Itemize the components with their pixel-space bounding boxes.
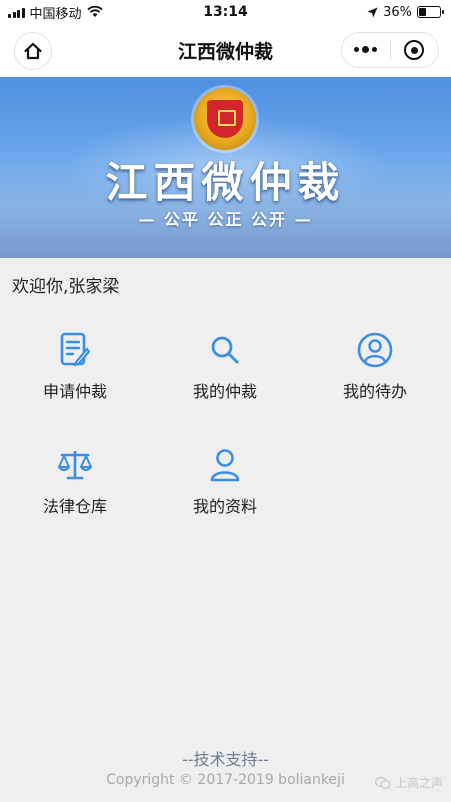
menu-my-profile[interactable]: 我的资料 [150, 445, 300, 535]
wechat-icon [374, 776, 391, 789]
menu-label: 法律仓库 [42, 497, 107, 516]
page-title: 江西微仲裁 [177, 40, 273, 63]
close-button[interactable] [391, 40, 439, 60]
status-bar: 中国移动 13:14 36% [0, 0, 451, 24]
banner: 江西微仲裁 — 公平 公正 公开 — [0, 77, 451, 258]
user-circle-icon [355, 330, 395, 370]
nav-bar: 江西微仲裁 [0, 24, 451, 76]
watermark: 上高之声 [374, 774, 443, 791]
menu-label: 我的资料 [192, 497, 257, 516]
carrier-label: 中国移动 [29, 6, 82, 22]
menu-apply-arbitration[interactable]: 申请仲裁 [0, 330, 150, 420]
banner-slogan: — 公平 公正 公开 — [138, 210, 313, 229]
menu-law-library[interactable]: 法律仓库 [0, 445, 150, 535]
status-right: 36% [367, 4, 444, 20]
menu-label: 我的待办 [342, 382, 407, 401]
welcome-text: 欢迎你,张家梁 [12, 277, 120, 297]
court-emblem-icon [194, 88, 256, 150]
status-left: 中国移动 [8, 3, 103, 22]
target-icon [404, 40, 425, 60]
signal-icon [8, 7, 25, 18]
edit-form-icon [55, 330, 95, 370]
watermark-text: 上高之声 [394, 776, 443, 790]
menu-label: 申请仲裁 [42, 382, 107, 401]
miniprogram-capsule [341, 32, 439, 68]
battery-percent: 36% [383, 4, 412, 20]
search-icon [205, 330, 245, 370]
scales-icon [55, 445, 95, 485]
home-icon [24, 42, 42, 60]
battery-icon [417, 6, 444, 18]
banner-title: 江西微仲裁 [105, 158, 346, 207]
menu-my-todo[interactable]: 我的待办 [300, 330, 450, 420]
battery-fill [419, 8, 427, 16]
menu-my-arbitration[interactable]: 我的仲裁 [150, 330, 300, 420]
tech-support-label: --技术支持-- [181, 750, 270, 769]
menu-label: 我的仲裁 [192, 382, 257, 401]
user-icon [205, 445, 245, 485]
home-button[interactable] [14, 32, 52, 70]
wifi-icon [86, 6, 103, 17]
location-arrow-icon [367, 7, 378, 17]
more-button[interactable] [342, 46, 390, 53]
